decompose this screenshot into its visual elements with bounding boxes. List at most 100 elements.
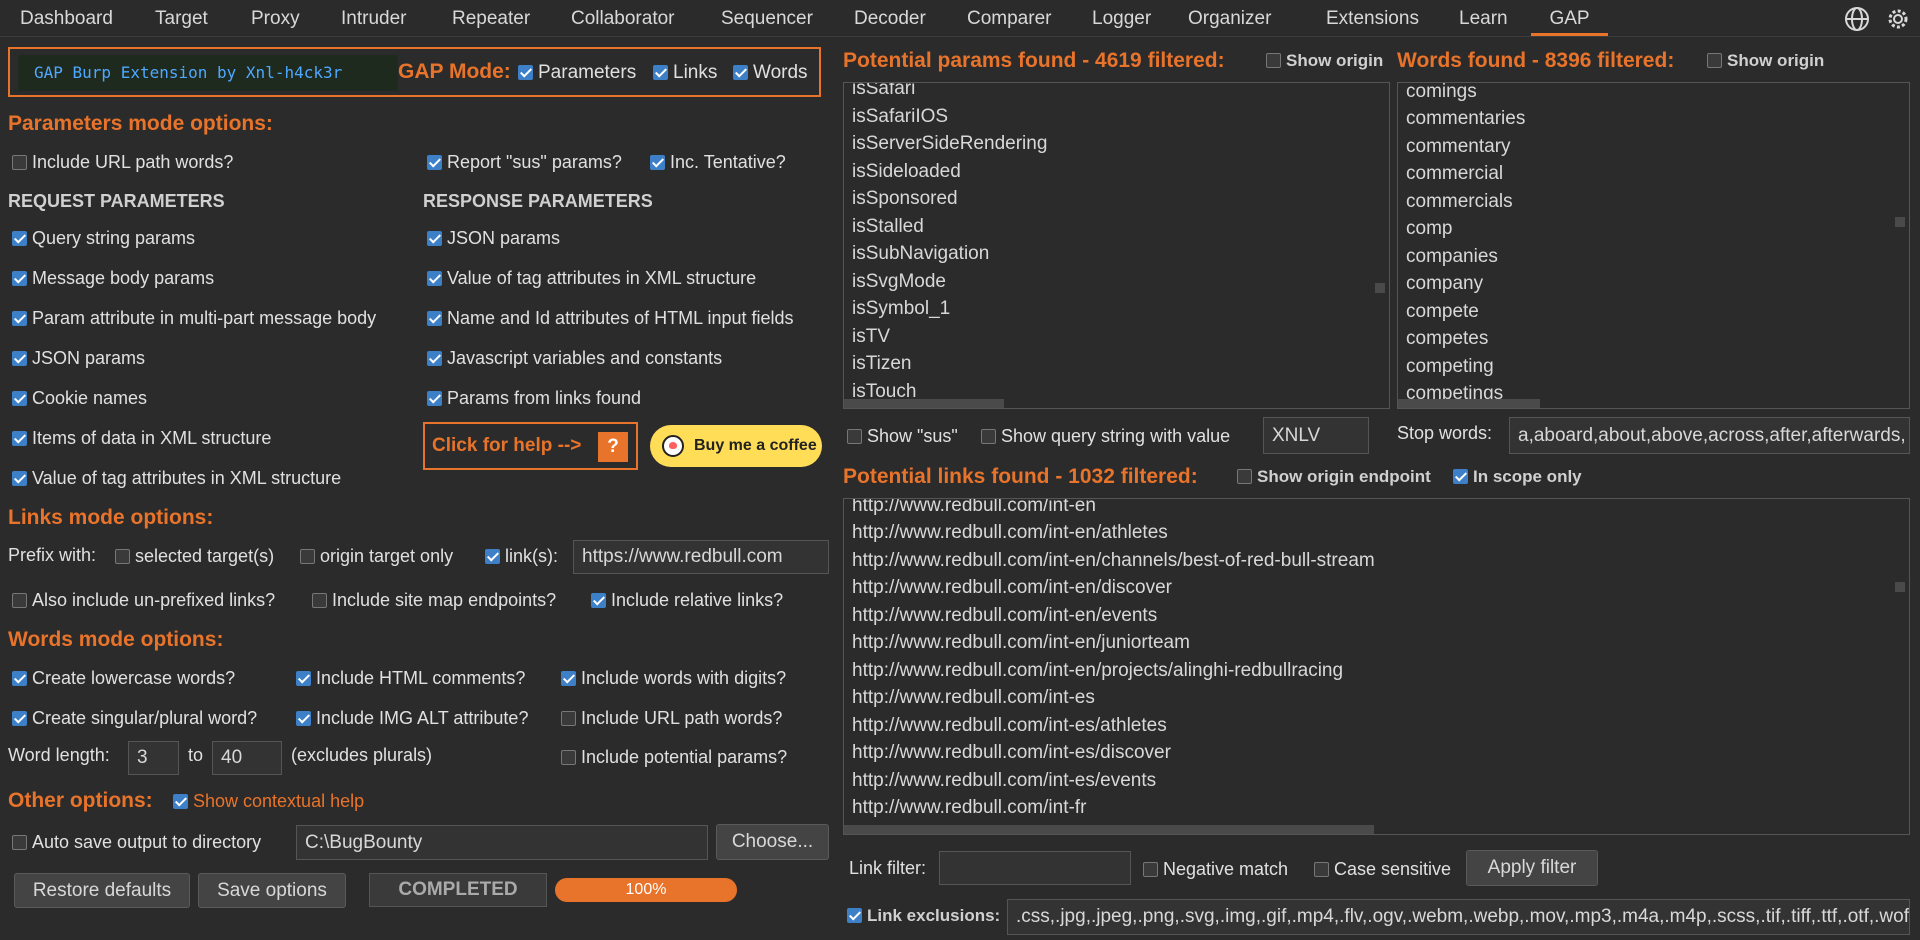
checkbox[interactable] — [847, 908, 862, 923]
list-item[interactable]: http://www.redbull.com/int-es/events — [852, 770, 1156, 792]
list-item[interactable]: http://www.redbull.com/int-en/channels/b… — [852, 550, 1375, 572]
resp-links-checkbox[interactable]: Params from links found — [427, 388, 641, 409]
checkbox[interactable] — [561, 671, 576, 686]
restore-defaults-button[interactable]: Restore defaults — [14, 873, 190, 908]
choose-directory-button[interactable]: Choose... — [716, 824, 829, 860]
help-button[interactable]: Click for help --> ? — [423, 422, 638, 470]
negative-match-checkbox[interactable]: Negative match — [1143, 859, 1288, 880]
img-alt-checkbox[interactable]: Include IMG ALT attribute? — [296, 708, 528, 729]
html-comments-checkbox[interactable]: Include HTML comments? — [296, 668, 525, 689]
link-filter-input[interactable] — [939, 851, 1131, 885]
words-url-path-checkbox[interactable]: Include URL path words? — [561, 708, 782, 729]
mode-parameters-checkbox[interactable]: Parameters — [518, 62, 636, 84]
checkbox[interactable] — [300, 549, 315, 564]
checkbox[interactable] — [1707, 53, 1722, 68]
tab-decoder[interactable]: Decoder — [854, 0, 926, 37]
list-item[interactable]: http://www.redbull.com/int-en/discover — [852, 577, 1172, 599]
list-item[interactable]: comp — [1406, 218, 1452, 240]
checkbox[interactable] — [1266, 53, 1281, 68]
autosave-directory-input[interactable]: C:\BugBounty — [296, 825, 708, 860]
checkbox[interactable] — [650, 155, 665, 170]
tab-intruder[interactable]: Intruder — [341, 0, 406, 37]
show-origin-endpoint-checkbox[interactable]: Show origin endpoint — [1237, 467, 1431, 487]
links-vertical-scrollbar[interactable] — [1895, 582, 1905, 592]
checkbox[interactable] — [561, 750, 576, 765]
checkbox[interactable] — [427, 231, 442, 246]
list-item[interactable]: http://www.redbull.com/int-en/projects/a… — [852, 660, 1343, 682]
mode-links-checkbox[interactable]: Links — [653, 62, 717, 84]
word-max-input[interactable]: 40 — [212, 741, 282, 775]
checkbox[interactable] — [12, 351, 27, 366]
checkbox[interactable] — [427, 155, 442, 170]
case-sensitive-checkbox[interactable]: Case sensitive — [1314, 859, 1451, 880]
resp-html-input-checkbox[interactable]: Name and Id attributes of HTML input fie… — [427, 308, 794, 329]
list-item[interactable]: isSponsored — [852, 188, 958, 210]
lowercase-checkbox[interactable]: Create lowercase words? — [12, 668, 235, 689]
link-exclusions-checkbox[interactable]: Link exclusions: — [847, 906, 1000, 926]
buy-coffee-button[interactable]: Buy me a coffee — [650, 425, 822, 467]
tab-dashboard[interactable]: Dashboard — [20, 0, 113, 37]
checkbox[interactable] — [653, 65, 668, 80]
req-xml-attrs-checkbox[interactable]: Value of tag attributes in XML structure — [12, 468, 341, 489]
checkbox[interactable] — [733, 65, 748, 80]
checkbox[interactable] — [173, 794, 188, 809]
checkbox[interactable] — [1143, 862, 1158, 877]
list-item[interactable]: http://www.redbull.com/int-en/juniorteam — [852, 632, 1190, 654]
checkbox[interactable] — [427, 351, 442, 366]
checkbox[interactable] — [12, 835, 27, 850]
with-digits-checkbox[interactable]: Include words with digits? — [561, 668, 786, 689]
list-item[interactable]: http://www.redbull.com/int-es — [852, 687, 1095, 709]
relative-links-checkbox[interactable]: Include relative links? — [591, 590, 783, 611]
checkbox[interactable] — [12, 431, 27, 446]
checkbox[interactable] — [427, 391, 442, 406]
checkbox[interactable] — [847, 429, 862, 444]
list-item[interactable]: http://www.redbull.com/int-fr — [852, 797, 1086, 819]
unprefixed-checkbox[interactable]: Also include un-prefixed links? — [12, 590, 275, 611]
req-query-string-checkbox[interactable]: Query string params — [12, 228, 195, 249]
req-message-body-checkbox[interactable]: Message body params — [12, 268, 214, 289]
stop-words-input[interactable]: a,aboard,about,above,across,after,afterw… — [1509, 417, 1910, 454]
query-value-input[interactable]: XNLV — [1263, 417, 1369, 454]
checkbox[interactable] — [296, 671, 311, 686]
gear-icon[interactable] — [1884, 5, 1912, 33]
list-item[interactable]: commentaries — [1406, 108, 1525, 130]
save-options-button[interactable]: Save options — [198, 873, 346, 908]
tab-logger[interactable]: Logger — [1092, 0, 1151, 37]
selected-targets-checkbox[interactable]: selected target(s) — [115, 546, 274, 567]
tab-target[interactable]: Target — [155, 0, 208, 37]
checkbox[interactable] — [12, 231, 27, 246]
list-item[interactable]: competing — [1406, 356, 1494, 378]
list-item[interactable]: commercials — [1406, 191, 1513, 213]
tab-sequencer[interactable]: Sequencer — [721, 0, 813, 37]
checkbox[interactable] — [12, 271, 27, 286]
list-item[interactable]: http://www.redbull.com/int-en/events — [852, 605, 1157, 627]
potential-params-checkbox[interactable]: Include potential params? — [561, 747, 787, 768]
req-json-checkbox[interactable]: JSON params — [12, 348, 145, 369]
tab-collaborator[interactable]: Collaborator — [571, 0, 675, 37]
origin-only-checkbox[interactable]: origin target only — [300, 546, 453, 567]
checkbox[interactable] — [12, 671, 27, 686]
params-vertical-scrollbar[interactable] — [1375, 283, 1385, 293]
list-item[interactable]: isServerSideRendering — [852, 133, 1047, 155]
list-item[interactable]: isTV — [852, 326, 890, 348]
list-item[interactable]: http://www.redbull.com/int-en — [852, 499, 1096, 517]
tab-gap[interactable]: GAP — [1531, 0, 1608, 36]
params-list[interactable]: isSafari isSafariIOS isServerSideRenderi… — [843, 82, 1390, 409]
singular-plural-checkbox[interactable]: Create singular/plural word? — [12, 708, 257, 729]
checkbox[interactable] — [296, 711, 311, 726]
inc-tentative-checkbox[interactable]: Inc. Tentative? — [650, 152, 786, 173]
list-item[interactable]: isSvgMode — [852, 271, 946, 293]
links-list[interactable]: http://www.redbull.com/int-en http://www… — [843, 498, 1910, 835]
in-scope-checkbox[interactable]: In scope only — [1453, 467, 1582, 487]
req-cookie-checkbox[interactable]: Cookie names — [12, 388, 147, 409]
prefix-links-checkbox[interactable]: link(s): — [485, 546, 558, 567]
checkbox[interactable] — [12, 711, 27, 726]
words-vertical-scrollbar[interactable] — [1895, 217, 1905, 227]
checkbox[interactable] — [12, 593, 27, 608]
list-item[interactable]: compete — [1406, 301, 1479, 323]
list-item[interactable]: commentary — [1406, 136, 1511, 158]
list-item[interactable]: isSafari — [852, 83, 915, 100]
resp-json-checkbox[interactable]: JSON params — [427, 228, 560, 249]
list-item[interactable]: http://www.redbull.com/int-es/discover — [852, 742, 1171, 764]
words-horizontal-scrollbar[interactable] — [1398, 399, 1540, 408]
